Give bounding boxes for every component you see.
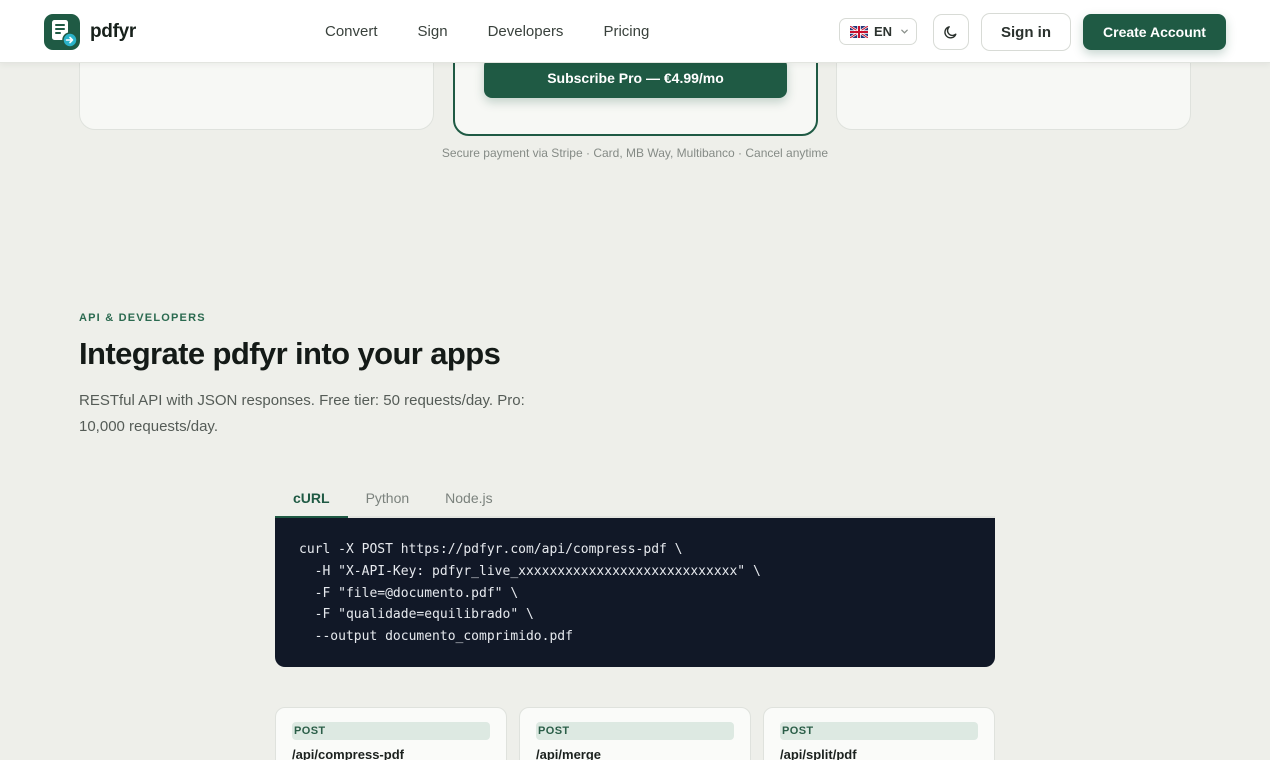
nav-sign[interactable]: Sign <box>418 23 448 40</box>
theme-toggle-button[interactable] <box>933 14 969 50</box>
endpoint-path: /api/compress-pdf <box>292 747 404 760</box>
create-account-button[interactable]: Create Account <box>1083 14 1226 50</box>
http-method-badge: POST <box>536 722 734 740</box>
brand-logo[interactable]: pdfyr <box>44 14 136 50</box>
secure-payment-note: Secure payment via Stripe · Card, MB Way… <box>441 146 829 160</box>
subscribe-pro-button[interactable]: Subscribe Pro — €4.99/mo <box>484 58 787 98</box>
brand-name: pdfyr <box>90 21 137 42</box>
section-title: Integrate pdfyr into your apps <box>79 336 501 371</box>
nav-convert[interactable]: Convert <box>325 23 378 40</box>
endpoint-card[interactable]: POST /api/compress-pdf <box>275 707 507 760</box>
section-eyebrow: API & DEVELOPERS <box>79 312 206 324</box>
http-method-badge: POST <box>292 722 490 740</box>
tab-curl[interactable]: cURL <box>275 480 348 518</box>
top-header: pdfyr Convert Sign Developers Pricing EN… <box>0 0 1270 63</box>
code-language-tabs: cURL Python Node.js <box>275 480 995 518</box>
language-select[interactable]: EN <box>839 18 917 45</box>
code-sample: curl -X POST https://pdfyr.com/api/compr… <box>275 518 995 667</box>
tab-nodejs[interactable]: Node.js <box>427 480 510 518</box>
endpoint-path: /api/split/pdf <box>780 747 857 760</box>
code-sample-text: curl -X POST https://pdfyr.com/api/compr… <box>299 542 761 645</box>
chevron-down-icon <box>901 29 908 34</box>
sign-in-button[interactable]: Sign in <box>981 13 1071 51</box>
endpoint-card[interactable]: POST /api/split/pdf <box>763 707 995 760</box>
http-method-badge: POST <box>780 722 978 740</box>
endpoint-path: /api/merge <box>536 747 602 760</box>
main-nav: Convert Sign Developers Pricing <box>325 23 649 40</box>
tab-python[interactable]: Python <box>348 480 428 518</box>
moon-icon <box>944 26 957 39</box>
language-code: EN <box>874 24 893 39</box>
nav-developers[interactable]: Developers <box>488 23 564 40</box>
endpoint-card[interactable]: POST /api/merge <box>519 707 751 760</box>
uk-flag-icon <box>850 25 868 38</box>
section-description: RESTful API with JSON responses. Free ti… <box>79 392 525 435</box>
nav-pricing[interactable]: Pricing <box>603 23 649 40</box>
document-convert-icon <box>44 14 80 50</box>
